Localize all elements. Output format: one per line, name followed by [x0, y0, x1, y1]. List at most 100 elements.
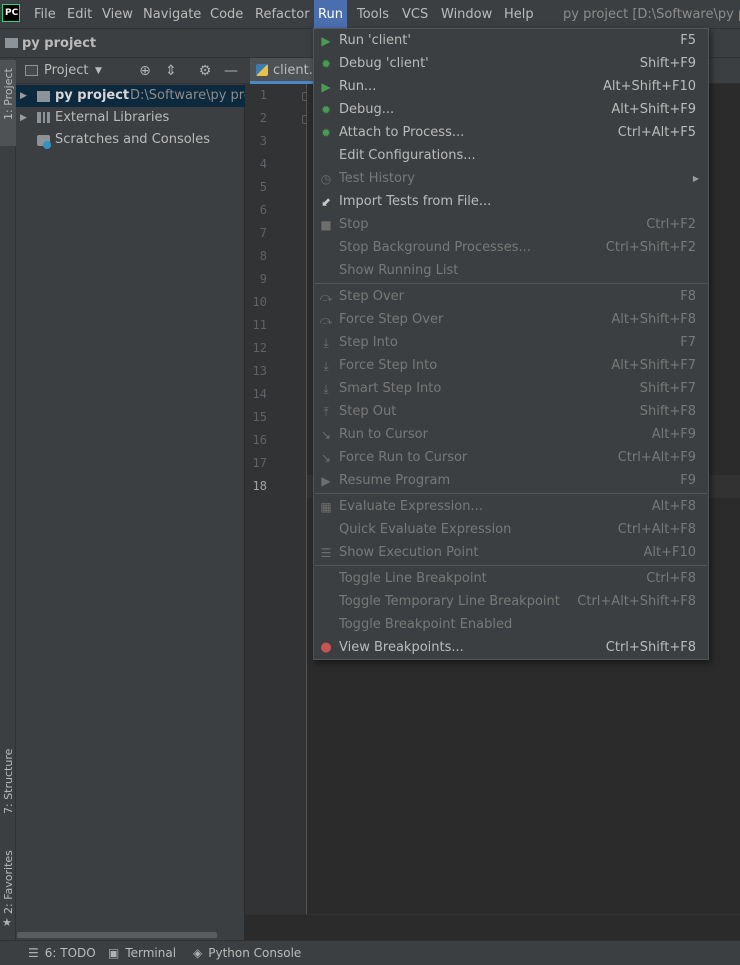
horizontal-scrollbar[interactable]	[17, 932, 217, 938]
star-icon: ★	[2, 916, 12, 929]
run-icon: ▶	[321, 34, 331, 48]
locate-file-icon[interactable]: ⊕	[136, 62, 154, 80]
terminal-tool-button[interactable]: ▣ Terminal	[108, 941, 176, 965]
clock-icon	[43, 141, 51, 149]
menu-item-run-client[interactable]: ▶ Run 'client' F5	[314, 29, 708, 52]
menu-item-debug-client[interactable]: ✹ Debug 'client' Shift+F9	[314, 52, 708, 75]
collapse-all-icon[interactable]: ⇕	[162, 62, 180, 80]
menu-item-smart-step-into[interactable]: ⤓ Smart Step Into Shift+F7	[314, 377, 708, 400]
tree-item-label: py project	[55, 88, 130, 103]
menu-item-label: Debug...	[339, 102, 395, 117]
menu-item-shortcut: Shift+F8	[639, 404, 696, 419]
menu-item-shortcut: F9	[680, 473, 696, 488]
menu-edit[interactable]: Edit	[63, 0, 96, 29]
force-step-into-icon: ⤓	[323, 359, 329, 373]
hide-panel-icon[interactable]: —	[222, 62, 240, 80]
step-into-icon: ⤓	[323, 336, 329, 350]
import-icon: ⬋	[320, 195, 332, 209]
menu-item-step-over[interactable]: ⤼ Step Over F8	[314, 285, 708, 308]
expand-arrow-icon[interactable]: ▶	[20, 107, 27, 129]
tree-item-label: External Libraries	[55, 110, 170, 125]
todo-tool-button[interactable]: ☰ 6: TODO	[28, 941, 96, 965]
editor-tab-client[interactable]: client.py	[250, 58, 329, 84]
tool-tab-project[interactable]: 1: Project	[0, 60, 16, 146]
menu-item-shortcut: F7	[680, 335, 696, 350]
menu-item-toggle-temp-breakpoint[interactable]: Toggle Temporary Line Breakpoint Ctrl+Al…	[314, 590, 708, 613]
line-number: 8	[259, 249, 267, 263]
menu-item-toggle-breakpoint-enabled[interactable]: Toggle Breakpoint Enabled	[314, 613, 708, 636]
menu-item-stop-background[interactable]: Stop Background Processes... Ctrl+Shift+…	[314, 236, 708, 259]
editor-bottom-strip	[245, 914, 740, 940]
menu-item-force-step-over[interactable]: ⤼ Force Step Over Alt+Shift+F8	[314, 308, 708, 331]
menu-vcs[interactable]: VCS	[398, 0, 432, 29]
menu-item-shortcut: Ctrl+Alt+F9	[617, 450, 696, 465]
tree-item-scratches[interactable]: Scratches and Consoles	[16, 129, 245, 151]
pycharm-logo-icon: PC	[2, 4, 20, 22]
menu-item-quick-evaluate[interactable]: Quick Evaluate Expression Ctrl+Alt+F8	[314, 518, 708, 541]
menu-refactor[interactable]: Refactor	[251, 0, 314, 29]
menu-item-shortcut: Alt+F10	[643, 545, 696, 560]
menu-navigate[interactable]: Navigate	[139, 0, 205, 29]
menu-item-run-to-cursor[interactable]: ↘ Run to Cursor Alt+F9	[314, 423, 708, 446]
menu-item-show-running-list[interactable]: Show Running List	[314, 259, 708, 282]
breakpoints-icon: ●	[320, 640, 332, 655]
line-number: 1	[259, 88, 267, 102]
python-file-icon	[256, 64, 268, 76]
menu-item-run[interactable]: ▶ Run... Alt+Shift+F10	[314, 75, 708, 98]
menu-item-import-tests[interactable]: ⬋ Import Tests from File...	[314, 190, 708, 213]
menu-item-shortcut: Alt+F8	[651, 499, 696, 514]
gear-icon[interactable]: ⚙	[196, 62, 214, 80]
force-step-over-icon: ⤼	[319, 313, 333, 327]
menu-tools[interactable]: Tools	[353, 0, 393, 29]
editor-gutter[interactable]: 1 2 3 4 5 6 7 8 9 10 11 12 13 14 15 16 1…	[245, 84, 311, 914]
menu-item-attach-to-process[interactable]: ✹ Attach to Process... Ctrl+Alt+F5	[314, 121, 708, 144]
menu-item-force-run-to-cursor[interactable]: ↘ Force Run to Cursor Ctrl+Alt+F9	[314, 446, 708, 469]
menu-item-label: Debug 'client'	[339, 56, 429, 71]
menu-item-step-into[interactable]: ⤓ Step Into F7	[314, 331, 708, 354]
menu-code[interactable]: Code	[206, 0, 247, 29]
menu-item-force-step-into[interactable]: ⤓ Force Step Into Alt+Shift+F7	[314, 354, 708, 377]
debug-icon: ✹	[320, 57, 332, 71]
menu-item-label: Edit Configurations...	[339, 148, 476, 163]
menu-item-label: Show Running List	[339, 263, 459, 278]
line-number: 2	[259, 111, 267, 125]
menu-item-label: Import Tests from File...	[339, 194, 492, 209]
tool-tab-favorites[interactable]: 2: Favorites ★	[0, 848, 16, 930]
menu-item-stop[interactable]: ■ Stop Ctrl+F2	[314, 213, 708, 236]
menu-item-shortcut: Alt+Shift+F10	[603, 79, 696, 94]
menu-item-show-execution-point[interactable]: ☰ Show Execution Point Alt+F10	[314, 541, 708, 564]
menu-file[interactable]: File	[30, 0, 60, 29]
menu-item-evaluate-expression[interactable]: ▦ Evaluate Expression... Alt+F8	[314, 495, 708, 518]
menu-item-toggle-line-breakpoint[interactable]: Toggle Line Breakpoint Ctrl+F8	[314, 567, 708, 590]
menu-item-debug[interactable]: ✹ Debug... Alt+Shift+F9	[314, 98, 708, 121]
project-view-selector[interactable]: Project	[44, 58, 88, 84]
menu-item-shortcut: F5	[680, 33, 696, 48]
breadcrumb-project[interactable]: py project	[22, 29, 96, 58]
python-console-tool-button[interactable]: ◈ Python Console	[193, 941, 301, 965]
menu-item-view-breakpoints[interactable]: ● View Breakpoints... Ctrl+Shift+F8	[314, 636, 708, 659]
line-number: 11	[252, 318, 267, 332]
menu-item-shortcut: Shift+F9	[639, 56, 696, 71]
tool-tab-project-label: 1: Project	[2, 68, 15, 120]
tree-item-project-root[interactable]: ▶ py project D:\Software\py pro	[16, 85, 245, 107]
expand-arrow-icon[interactable]: ▶	[20, 85, 27, 107]
menu-item-step-out[interactable]: ⤒ Step Out Shift+F8	[314, 400, 708, 423]
tool-tab-structure[interactable]: 7: Structure	[0, 748, 16, 830]
menu-item-label: Smart Step Into	[339, 381, 442, 396]
menu-view[interactable]: View	[98, 0, 137, 29]
menu-separator	[315, 493, 707, 494]
chevron-down-icon[interactable]: ▼	[95, 58, 102, 85]
line-number: 14	[252, 387, 267, 401]
menu-run[interactable]: Run	[314, 0, 347, 29]
menu-item-test-history[interactable]: ◷ Test History ▶	[314, 167, 708, 190]
menu-item-label: Attach to Process...	[339, 125, 465, 140]
menu-item-edit-configurations[interactable]: Edit Configurations...	[314, 144, 708, 167]
tool-tab-favorites-label: 2: Favorites	[2, 850, 15, 914]
menu-item-label: Show Execution Point	[339, 545, 479, 560]
menu-item-resume-program[interactable]: ▶ Resume Program F9	[314, 469, 708, 492]
menu-item-label: Quick Evaluate Expression	[339, 522, 512, 537]
menu-window[interactable]: Window	[437, 0, 496, 29]
menu-item-label: View Breakpoints...	[339, 640, 464, 655]
menu-help[interactable]: Help	[500, 0, 538, 29]
tree-item-external-libraries[interactable]: ▶ External Libraries	[16, 107, 245, 129]
